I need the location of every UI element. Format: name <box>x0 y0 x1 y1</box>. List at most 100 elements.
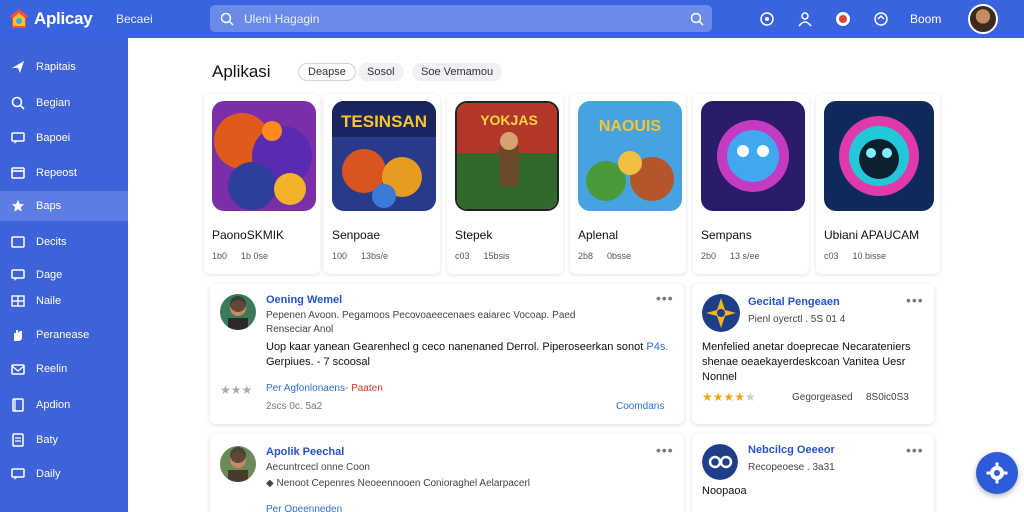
more-options-icon[interactable]: ••• <box>656 290 674 306</box>
filter-chip[interactable]: Deapse <box>298 63 356 81</box>
app-meta: c03 15bsis <box>455 251 510 261</box>
page-title: Aplikasi <box>212 62 271 81</box>
app-name: PaonoSKMIK <box>212 228 285 242</box>
avatar[interactable] <box>702 444 738 480</box>
sidebar-item-baps[interactable]: Baps <box>0 191 128 221</box>
sidebar-item-daily[interactable]: Daily <box>0 459 128 489</box>
reviewer-name[interactable]: Nebcilcg Oeeeor <box>748 444 835 456</box>
sidebar-item-apdion[interactable]: Apdion <box>0 390 128 420</box>
app-card[interactable]: NAOUIS Aplenal 2b8 0bsse <box>570 94 686 274</box>
review-meta: Pienl oyerctl . 5S 01 4 <box>748 314 846 325</box>
review-tags[interactable]: Per Opeenneden <box>266 504 342 512</box>
sidebar-item-peranease[interactable]: Peranease <box>0 320 128 350</box>
sidebar-item-label: Baty <box>36 434 59 446</box>
avatar[interactable] <box>220 446 256 482</box>
sidebar-item-bapoei[interactable]: Bapoei <box>0 123 128 153</box>
app-meta: 2b0 13 s/ee <box>701 251 760 261</box>
sidebar-item-label: Daily <box>36 468 61 480</box>
sidebar-item-label: Naile <box>36 295 62 307</box>
more-options-icon[interactable]: ••• <box>656 442 674 458</box>
review-card: Oening Wemel ••• Pepenen Avoon. Pegamoos… <box>210 284 684 424</box>
app-icon: NAOUIS <box>578 101 682 211</box>
sidebar-item-label: Decits <box>36 236 67 248</box>
search-bar[interactable] <box>210 5 712 32</box>
app-meta: c03 10 bisse <box>824 251 887 261</box>
cart-icon <box>10 165 26 181</box>
app-name: Sempans <box>701 228 752 242</box>
app-card[interactable]: YOKJAS Stepek c03 15bsis <box>447 94 563 274</box>
book-icon <box>10 397 26 413</box>
settings-fab-button[interactable] <box>976 452 1018 494</box>
user-name[interactable]: Boom <box>910 12 941 26</box>
review-text: Menfelied anetar doeprecae Necarateniers… <box>702 341 911 383</box>
app-meta: 100 13bs/e <box>332 251 389 261</box>
sidebar-item-label: Begian <box>36 97 71 109</box>
tag-icon: ◆ <box>266 478 274 489</box>
avatar[interactable] <box>220 294 256 330</box>
window-icon <box>10 234 26 250</box>
more-options-icon[interactable]: ••• <box>906 292 924 308</box>
messages-icon[interactable] <box>828 4 858 34</box>
svg-text:NAOUIS: NAOUIS <box>599 118 662 135</box>
app-icon <box>212 101 316 211</box>
review-meta: Recopeoese . 3a31 <box>748 462 835 473</box>
app-card[interactable]: TESINSAN Senpoae 100 13bs/e <box>324 94 440 274</box>
filter-chip[interactable]: Soe Vemamou <box>412 63 503 81</box>
top-bar: Aplicay Becaei Boom <box>0 0 1024 38</box>
app-meta: 2b8 0bsse <box>578 251 632 261</box>
settings-icon[interactable] <box>866 4 896 34</box>
review-summary: Pepenen Avoon. Pegamoos Pecovoaeecenaes … <box>266 310 576 321</box>
review-link[interactable]: P4s. <box>646 341 668 353</box>
app-icon: TESINSAN <box>332 101 436 211</box>
reviewer-name[interactable]: Oening Wemel <box>266 294 342 306</box>
reviewer-name[interactable]: Apolik Peechal <box>266 446 344 458</box>
review-source: Renseciar Anol <box>266 324 334 335</box>
sidebar-item-label: Baps <box>36 200 62 212</box>
notification-icon[interactable] <box>752 4 782 34</box>
chat-icon <box>10 466 26 482</box>
user-icon[interactable] <box>790 4 820 34</box>
avatar[interactable] <box>702 294 740 332</box>
svg-text:YOKJAS: YOKJAS <box>480 112 538 128</box>
gear-icon <box>986 462 1008 484</box>
search-icon <box>10 95 26 111</box>
sidebar-item-label: Rapitais <box>36 61 76 73</box>
sidebar-item-reelin[interactable]: Reelin <box>0 354 128 384</box>
sidebar-item-label: Dage <box>36 269 63 281</box>
app-card[interactable]: Ubiani APAUCAM c03 10 bisse <box>816 94 940 274</box>
app-card[interactable]: PaonoSKMIK 1b0 1b 0se <box>204 94 320 274</box>
sidebar-item-baty[interactable]: Baty <box>0 425 128 455</box>
hand-icon <box>10 327 26 343</box>
sidebar-item-decits[interactable]: Decits <box>0 227 128 257</box>
app-icon: YOKJAS <box>455 101 559 211</box>
more-options-icon[interactable]: ••• <box>906 442 924 458</box>
comments-link[interactable]: Coomdans <box>616 401 664 412</box>
review-date: 2scs 0c. 5a2 <box>266 401 323 412</box>
chat-icon <box>10 267 26 283</box>
header-link[interactable]: Becaei <box>116 12 196 26</box>
app-name: Senpoae <box>332 228 381 242</box>
app-name: Aplenal <box>578 228 619 242</box>
plane-icon <box>10 59 26 75</box>
search-icon <box>220 12 234 26</box>
sidebar-item-rapitais[interactable]: Rapitais <box>0 52 128 82</box>
sidebar-item-naile[interactable]: Naile <box>0 286 128 316</box>
review-card: Gecital Pengeaen ••• Pienl oyerctl . 5S … <box>692 284 934 424</box>
header-icons: Boom <box>752 0 941 38</box>
reviewer-name[interactable]: Gecital Pengeaen <box>748 296 840 308</box>
review-text: Noopaoa <box>702 485 747 497</box>
sidebar-item-repeost[interactable]: Repeost <box>0 158 128 188</box>
review-summary: Aecuntrcecl onne Coon <box>266 462 370 473</box>
rating-count: 8S0ic0S3 <box>866 392 909 403</box>
filter-chip[interactable]: Sosol <box>358 63 404 81</box>
review-source: ◆ Nenoot Cepenres Neoeennooen Conioraghe… <box>266 478 530 489</box>
app-icon <box>701 101 805 211</box>
app-card[interactable]: Sempans 2b0 13 s/ee <box>693 94 809 274</box>
search-input[interactable] <box>244 11 684 26</box>
avatar[interactable] <box>968 4 998 34</box>
search-submit-icon[interactable] <box>690 12 704 26</box>
rating-label: Gegorgeased <box>792 392 853 403</box>
app-logo[interactable]: Aplicay <box>8 8 128 30</box>
sidebar-item-begian[interactable]: Begian <box>0 88 128 118</box>
svg-text:TESINSAN: TESINSAN <box>341 112 427 131</box>
